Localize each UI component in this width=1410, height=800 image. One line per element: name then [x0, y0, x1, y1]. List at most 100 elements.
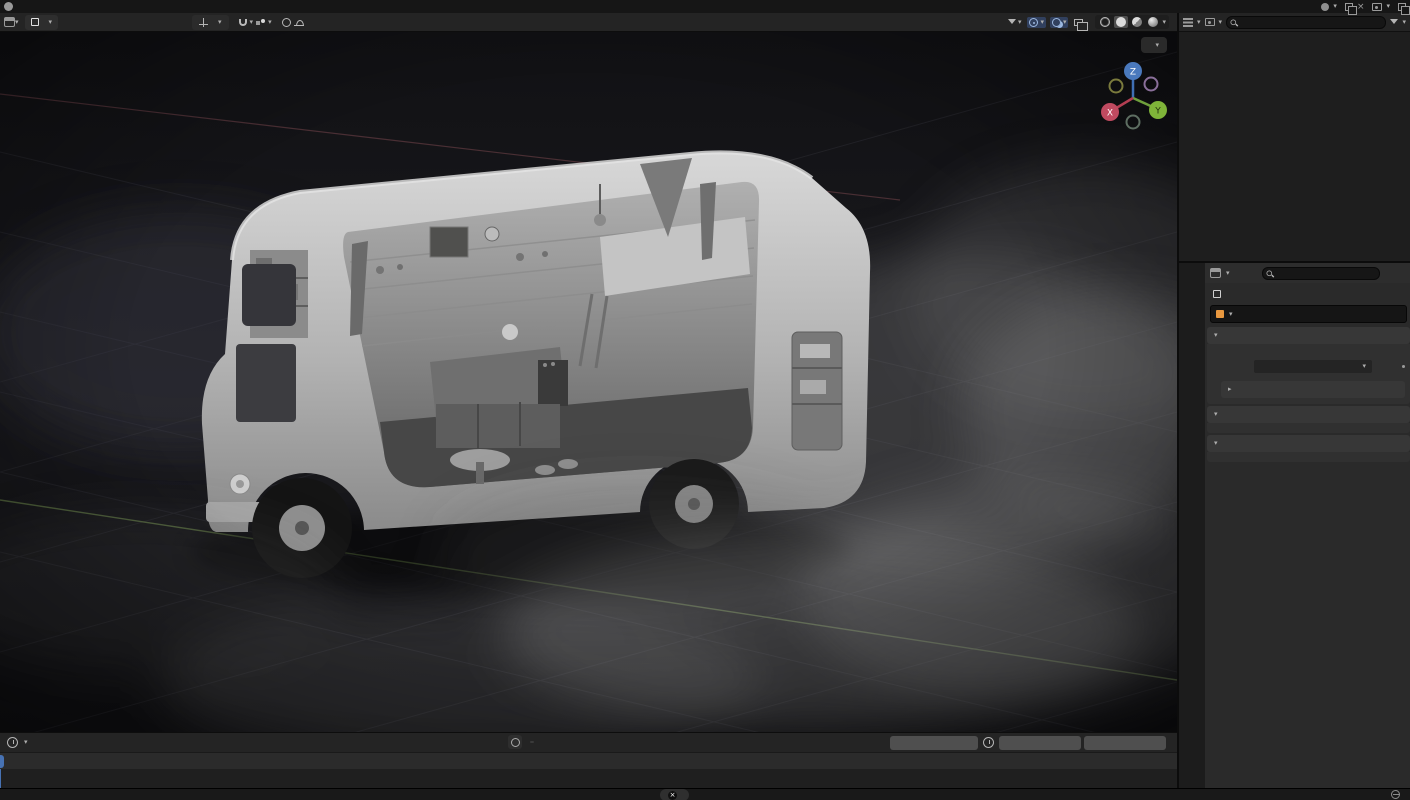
chevron-down-icon: ▾	[1333, 3, 1337, 10]
blender-logo-icon[interactable]	[4, 2, 13, 11]
object-icon	[1213, 290, 1221, 298]
unlink-scene-icon[interactable]: ×	[1357, 2, 1365, 12]
collapse-icon: ▾	[1214, 411, 1218, 418]
rotation-mode-dropdown[interactable]: ▾	[1254, 360, 1372, 373]
chevron-down-icon: ▾	[1155, 42, 1159, 49]
end-frame-field[interactable]	[1084, 736, 1166, 750]
snap-with-icon[interactable]	[256, 19, 265, 26]
wireframe-icon	[1100, 17, 1110, 27]
orientation-icon	[199, 18, 208, 27]
topbar: ▾ × ▾	[0, 0, 1410, 13]
mode-selector[interactable]: ▾	[25, 15, 59, 30]
panel-transform[interactable]: ▾	[1207, 327, 1410, 344]
xray-icon	[1074, 19, 1083, 26]
shading-solid-button[interactable]	[1114, 16, 1128, 28]
shading-wireframe-button[interactable]	[1098, 16, 1112, 28]
playback-button-group	[530, 741, 534, 743]
chevron-down-icon[interactable]: ▾	[1402, 19, 1406, 26]
collapse-icon: ▾	[1214, 440, 1218, 447]
outliner-display-mode-icon[interactable]	[1183, 18, 1193, 27]
network-icon[interactable]	[1391, 790, 1400, 799]
chevron-down-icon[interactable]: ▾	[268, 19, 272, 26]
outliner-search-input[interactable]	[1227, 17, 1385, 27]
panel-visibility[interactable]: ▾	[1207, 406, 1410, 423]
scene-icon	[1321, 3, 1329, 11]
viewport-render[interactable]	[0, 32, 1177, 732]
xray-toggle-button[interactable]	[1072, 18, 1085, 27]
right-column: ▾ ▾ ▾ ▾	[1177, 13, 1410, 788]
properties-editor-icon[interactable]	[1210, 268, 1221, 278]
chevron-down-icon[interactable]: ▾	[1197, 19, 1201, 26]
falloff-curve-icon[interactable]	[294, 18, 304, 26]
timeline-editor-type[interactable]: ▾	[5, 737, 28, 748]
properties-tabs	[1179, 263, 1205, 788]
blender-window: ▾ × ▾ ▾ ▾ ▾	[0, 0, 1410, 800]
properties-header: ▾	[1205, 263, 1410, 283]
viewport-header: ▾ ▾ ▾ ▾ ▾ ▾ ▾ ▾	[0, 13, 1177, 32]
stop-player-icon[interactable]: ×	[668, 791, 677, 800]
editor-type-icon[interactable]	[4, 17, 15, 27]
viewport-display-panel-body	[1207, 452, 1410, 462]
start-frame-field[interactable]	[999, 736, 1081, 750]
properties-search	[1262, 267, 1380, 280]
playhead[interactable]	[0, 769, 1, 788]
object-mode-icon	[31, 18, 39, 26]
outliner-tree	[1179, 32, 1410, 260]
properties-editor: ▾ ▾ ▾	[1179, 261, 1410, 788]
new-viewlayer-icon[interactable]	[1398, 3, 1406, 11]
frame-range-controls	[890, 736, 1166, 750]
chevron-down-icon[interactable]: ▾	[250, 19, 254, 26]
panel-delta-transform[interactable]: ▸	[1221, 381, 1405, 398]
rotation-mode-row: ▾	[1207, 359, 1407, 373]
overlays-button[interactable]: ▾	[1050, 17, 1069, 28]
chevron-down-icon[interactable]: ▾	[1226, 270, 1230, 277]
navigation-gizmo[interactable]: Z Y X	[1095, 58, 1171, 134]
object-type-icon	[1216, 310, 1224, 318]
visibility-panel-body	[1207, 423, 1410, 433]
chevron-down-icon: ▾	[1040, 19, 1044, 26]
visibility-filter-button[interactable]: ▾	[1006, 15, 1024, 29]
new-scene-icon[interactable]	[1345, 3, 1353, 11]
timeline-ruler[interactable]	[0, 752, 1177, 769]
chevron-down-icon: ▾	[24, 739, 28, 746]
chevron-down-icon[interactable]: ▾	[1219, 19, 1223, 26]
transform-orientation[interactable]: ▾	[192, 15, 229, 30]
chevron-down-icon[interactable]: ▾	[1162, 19, 1166, 26]
current-frame-field[interactable]	[890, 736, 978, 750]
magnet-icon[interactable]	[239, 19, 247, 26]
viewport-header-right: ▾ ▾ ▾ ▾	[1006, 15, 1169, 29]
current-frame-badge[interactable]	[0, 755, 4, 768]
gizmos-button[interactable]: ▾	[1027, 17, 1046, 28]
axis-y-label: Y	[1154, 107, 1161, 117]
panel-viewport-display[interactable]: ▾	[1207, 435, 1410, 452]
object-name-field[interactable]: ▾	[1210, 305, 1407, 323]
properties-breadcrumb	[1205, 283, 1410, 304]
funnel-icon	[1008, 19, 1016, 28]
search-icon	[1266, 269, 1274, 277]
gizmo-icon	[1029, 18, 1038, 27]
chevron-down-icon: ▾	[218, 19, 222, 26]
material-preview-icon	[1132, 17, 1142, 27]
viewport-3d[interactable]: ▾ Z Y X	[0, 32, 1177, 732]
version-area	[1391, 790, 1404, 799]
viewlayer-selector[interactable]: ▾	[1372, 3, 1406, 11]
timeline-track[interactable]	[0, 769, 1177, 788]
chevron-down-icon: ▾	[1386, 3, 1390, 10]
anim-player-indicator[interactable]: ×	[660, 789, 689, 800]
options-button[interactable]: ▾	[1141, 37, 1167, 53]
timeline-header: ▾	[0, 733, 1177, 752]
scene-selector[interactable]: ▾ ×	[1321, 2, 1364, 12]
chevron-down-icon: ▾	[49, 19, 53, 26]
search-icon	[1230, 18, 1238, 26]
shading-rendered-button[interactable]	[1146, 16, 1160, 28]
timeline-editor: ▾	[0, 732, 1177, 788]
properties-search-input[interactable]	[1263, 268, 1379, 278]
proportional-editing-icon[interactable]	[282, 18, 291, 27]
shading-material-button[interactable]	[1130, 16, 1144, 28]
overlays-icon	[1052, 18, 1061, 27]
auto-keying-button[interactable]	[508, 735, 522, 749]
transform-panel-body: ▾ ▸	[1207, 344, 1410, 404]
outliner-filter-icon[interactable]	[1205, 18, 1215, 26]
filter-funnel-icon[interactable]	[1390, 19, 1398, 28]
animate-dot-icon[interactable]	[1402, 365, 1405, 368]
